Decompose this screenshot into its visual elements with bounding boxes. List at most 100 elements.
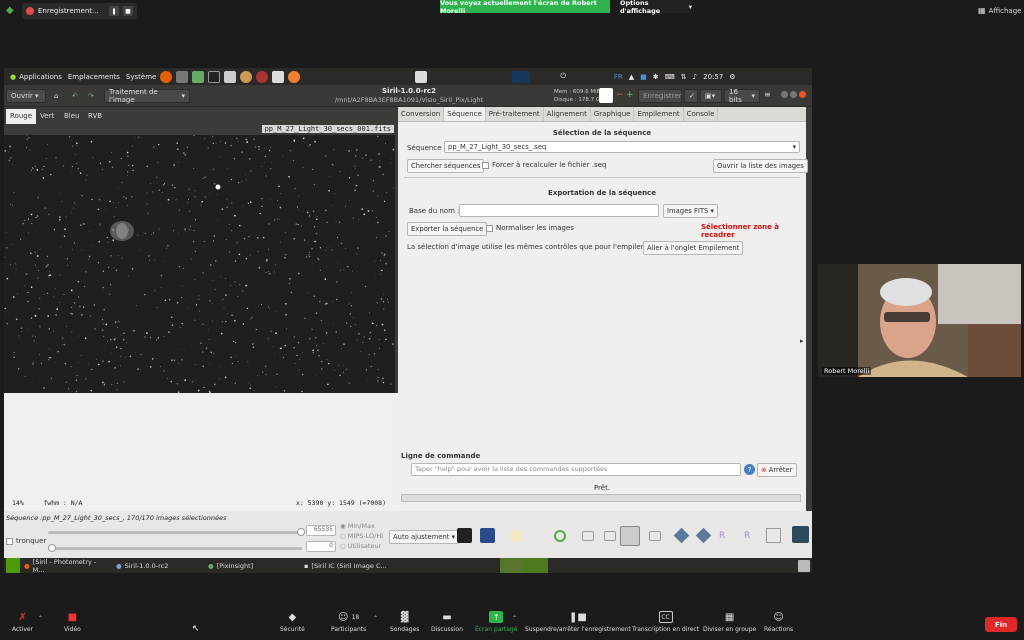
participants-button[interactable]: ☺ 18 Participants — [331, 611, 366, 634]
star-rgb-icon[interactable] — [480, 528, 495, 543]
mirror-x-icon[interactable]: R — [719, 531, 725, 541]
live-transcript-button[interactable]: CC Transcription en direct — [632, 611, 699, 633]
sequence-select[interactable]: pp_M_27_Light_30_secs_.seq ▾ — [444, 141, 800, 153]
scale-user[interactable]: ○ Utilisateur — [340, 541, 383, 551]
image-processing-menu[interactable]: Traitement de l'image ▾ — [104, 88, 190, 104]
close-icon[interactable] — [799, 91, 806, 98]
redo-icon[interactable]: ↷ — [84, 89, 98, 103]
show-desktop-icon[interactable] — [6, 558, 20, 573]
keyboard-icon[interactable]: ⌨ — [665, 73, 675, 81]
scale-mips[interactable]: ○ MIPS-LO/HI — [340, 531, 383, 541]
display-mode-icon-3[interactable] — [582, 531, 594, 541]
command-input[interactable]: Taper "help" pour avoir la liste des com… — [411, 463, 741, 476]
taskbar-item-1[interactable]: ● [Siril - Photometry - M... — [20, 558, 112, 574]
workspace-2[interactable] — [524, 558, 548, 573]
max-input[interactable]: 65535 — [306, 525, 336, 536]
app-icon-5[interactable] — [288, 70, 301, 83]
tab-green[interactable]: Vert — [36, 109, 58, 124]
min-slider-handle[interactable] — [48, 544, 56, 552]
max-slider[interactable] — [48, 531, 302, 534]
save-button[interactable]: Enregistrer — [638, 89, 682, 103]
export-sequence-button[interactable]: Exporter la séquence — [407, 222, 488, 236]
tab-conversion[interactable]: Conversion — [398, 107, 445, 121]
taskbar-item-3[interactable]: ● [PixInsight] — [204, 558, 300, 573]
settings-gear-icon[interactable]: ⚙ — [729, 73, 735, 81]
undo-icon[interactable]: ↶ — [68, 89, 82, 103]
tab-blue[interactable]: Bleu — [60, 109, 84, 124]
snapshot-icon[interactable]: ▣▾ — [700, 89, 722, 103]
menu-places[interactable]: Emplacements — [68, 73, 120, 81]
minus-icon[interactable]: − — [616, 90, 624, 100]
home-icon[interactable]: ⌂ — [50, 89, 64, 103]
app-icon-2[interactable] — [240, 70, 253, 83]
pause-recording-button[interactable]: ❚■ Suspendre/arrêter l'enregistrement — [525, 611, 631, 634]
tab-sequence[interactable]: Séquence — [444, 107, 486, 121]
end-meeting-button[interactable]: Fin — [985, 617, 1017, 632]
camera-icon[interactable] — [176, 70, 189, 83]
volume-icon[interactable]: ♪ — [693, 73, 697, 81]
force-recalc-checkbox[interactable]: Forcer à recalculer le fichier .seq — [482, 161, 606, 169]
tab-console[interactable]: Console — [684, 107, 719, 121]
calc-icon[interactable] — [192, 70, 205, 83]
check-icon[interactable]: ✓ — [684, 89, 698, 103]
display-mode-icon-6[interactable] — [649, 531, 661, 541]
alert-icon[interactable]: ▲ — [629, 73, 634, 81]
chevron-up-icon[interactable]: ⌃ — [38, 615, 43, 622]
star-tool-icon[interactable] — [457, 528, 472, 543]
display-mode-icon-4[interactable] — [604, 531, 616, 541]
stop-button[interactable]: ⊗ Arrêter — [757, 463, 797, 477]
tab-red[interactable]: Rouge — [6, 109, 37, 124]
participant-video[interactable]: Robert Morelli — [818, 264, 1021, 377]
polls-button[interactable]: ▓ Sondages — [390, 611, 419, 634]
plus-icon[interactable]: + — [626, 90, 634, 100]
panel-expander-icon[interactable]: ▸ — [800, 337, 804, 345]
astro-image-canvas[interactable] — [4, 135, 395, 393]
mute-button[interactable]: ✗ Activer — [12, 611, 33, 634]
power-icon[interactable]: ⏻ — [560, 72, 566, 81]
thread-spinner[interactable] — [599, 88, 613, 103]
app-icon-1[interactable] — [224, 70, 237, 83]
terminal-icon[interactable] — [208, 70, 221, 83]
firefox-icon[interactable] — [160, 70, 173, 83]
trash-icon[interactable] — [798, 559, 810, 572]
help-icon[interactable]: ? — [744, 464, 755, 475]
normalize-checkbox[interactable]: Normaliser les images — [486, 224, 574, 232]
menu-system[interactable]: Système — [126, 73, 156, 81]
app-icon-4[interactable] — [272, 70, 285, 83]
display-button[interactable]: ▦ Affichage — [978, 6, 1021, 15]
goto-stacking-button[interactable]: Aller à l'onglet Empilement — [643, 241, 744, 255]
video-button[interactable]: ■ Vidéo — [64, 611, 81, 634]
app-icon-3[interactable] — [256, 70, 269, 83]
tab-rgb[interactable]: RVB — [84, 109, 106, 124]
display-mode-icon-2[interactable] — [554, 530, 566, 542]
chevron-up-icon[interactable]: ⌃ — [512, 615, 517, 622]
view-options-button[interactable]: Options d'affichage ▾ — [620, 0, 692, 15]
display-mode-icon-5[interactable] — [620, 526, 640, 546]
network-icon[interactable]: ⇅ — [681, 73, 687, 81]
menu-applications[interactable]: Applications — [19, 73, 62, 81]
min-input[interactable]: 0 — [306, 541, 336, 552]
histogram-icon[interactable] — [766, 528, 781, 543]
taskbar-item-2[interactable]: ● Siril-1.0.0-rc2 — [112, 558, 204, 573]
open-image-list-button[interactable]: Ouvrir la liste des images — [713, 159, 808, 173]
chat-button[interactable]: ▬ Discussion — [431, 611, 463, 634]
bits-menu[interactable]: 16 bits ▾ — [724, 88, 760, 104]
mirror-y-icon[interactable]: R — [744, 531, 750, 541]
chevron-up-icon[interactable]: ⌃ — [373, 615, 378, 622]
rotate-left-icon[interactable] — [673, 527, 690, 544]
bluetooth-icon[interactable]: ✱ — [653, 73, 659, 81]
workspace-1[interactable] — [500, 558, 524, 573]
photometry-icon[interactable] — [792, 526, 809, 543]
reactions-button[interactable]: ☺ Réactions — [764, 611, 793, 634]
tab-preprocessing[interactable]: Pré-traitement — [486, 107, 544, 121]
clock[interactable]: 20:57 — [703, 73, 723, 81]
breakout-button[interactable]: ▦ Diviser en groupe — [703, 611, 756, 634]
scale-minmax[interactable]: ◉ Min/Max — [340, 521, 383, 531]
tab-stacking[interactable]: Empilement — [634, 107, 684, 121]
stop-recording-icon[interactable]: ■ — [123, 6, 133, 16]
rotate-right-icon[interactable] — [695, 527, 712, 544]
minimize-icon[interactable] — [781, 91, 788, 98]
max-slider-handle[interactable] — [297, 528, 305, 536]
swap-icon[interactable] — [415, 70, 428, 83]
lang-indicator[interactable]: FR — [614, 73, 623, 81]
